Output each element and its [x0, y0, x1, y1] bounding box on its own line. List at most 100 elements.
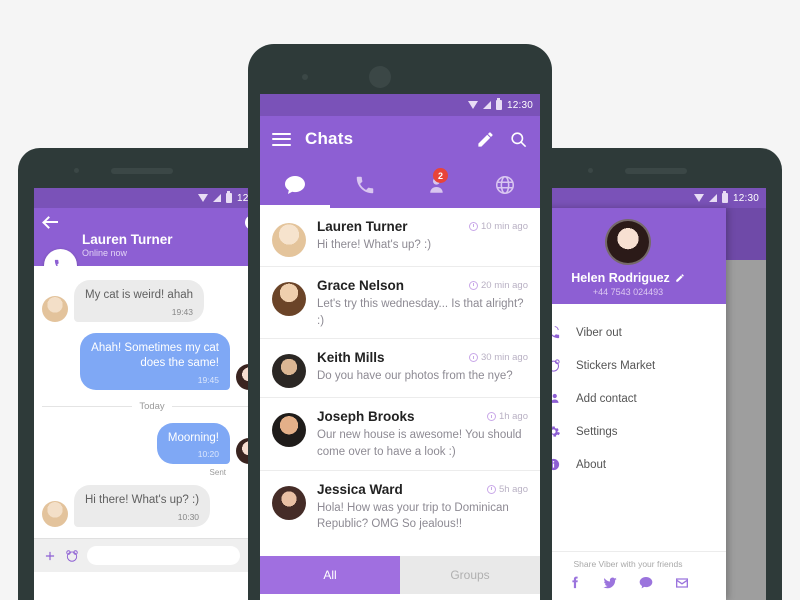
avatar	[272, 282, 306, 316]
drawer-item-stickers-market[interactable]: Stickers Market	[530, 349, 726, 382]
chat-name: Keith Mills	[317, 350, 385, 366]
drawer-item-settings[interactable]: Settings	[530, 415, 726, 448]
chat-timestamp: 20 min ago	[468, 280, 528, 291]
speaker-grille	[111, 168, 173, 174]
signal-icon	[708, 194, 717, 202]
phone-device-drawer: 12:30 Helen Rodriguez +44 7543 024493 Vi…	[530, 148, 782, 600]
battery-icon	[495, 98, 502, 110]
chat-timestamp: 10 min ago	[468, 221, 528, 232]
avatar	[42, 500, 68, 527]
main-tab-bar: 2	[260, 162, 540, 208]
chat-list-item[interactable]: Jessica Ward 5h ago Hola! How was your t…	[260, 471, 540, 542]
drawer-profile-header[interactable]: Helen Rodriguez +44 7543 024493	[530, 208, 726, 304]
status-time: 12:30	[506, 99, 533, 111]
page-title: Chats	[305, 129, 354, 148]
sticker-bear-icon[interactable]	[65, 549, 79, 563]
profile-name-row: Helen Rodriguez	[571, 271, 685, 285]
facebook-share-icon[interactable]	[567, 575, 582, 590]
front-camera	[588, 168, 593, 173]
message-delivery-status: Sent	[209, 468, 226, 478]
chats-screen: 12:30 Chats 2 Lauren Turner 10 min ago H…	[260, 94, 540, 600]
chat-name: Jessica Ward	[317, 481, 403, 497]
speaker-grille	[369, 66, 391, 88]
wifi-icon	[467, 101, 478, 109]
message-bubble[interactable]: Ahah! Sometimes my cat does the same! 19…	[80, 332, 230, 390]
navigation-drawer: Helen Rodriguez +44 7543 024493 Viber ou	[530, 208, 726, 600]
globe-icon	[495, 175, 515, 195]
message-bubble[interactable]: Hi there! What's up? :) 10:30	[74, 485, 211, 527]
status-bar: 12:30	[260, 94, 540, 116]
chat-list-item[interactable]: Joseph Brooks 1h ago Our new house is aw…	[260, 398, 540, 471]
clock-icon	[468, 222, 478, 231]
message-bubble[interactable]: My cat is weird! ahah 19:43	[74, 280, 205, 322]
contact-status: Online now	[82, 248, 128, 258]
message-bubble[interactable]: Moorning! 10:20	[156, 422, 230, 465]
message-share-icon[interactable]	[638, 575, 654, 591]
chat-name: Lauren Turner	[317, 219, 408, 234]
twitter-share-icon[interactable]	[602, 575, 618, 591]
back-arrow-icon[interactable]	[44, 215, 59, 230]
tab-calls[interactable]	[330, 162, 400, 208]
phone-device-conversation: 12:30 Lauren Turner Online now	[18, 148, 270, 600]
chats-appbar: Chats	[260, 116, 540, 162]
chat-preview: Hi there! What's up? :)	[317, 239, 432, 251]
share-network-list	[530, 575, 726, 591]
chat-name: Joseph Brooks	[317, 409, 415, 425]
front-camera	[302, 74, 308, 80]
message-row-out: Moorning! 10:20	[42, 422, 262, 465]
hamburger-menu-icon[interactable]	[272, 129, 291, 149]
phone-icon	[356, 176, 374, 194]
message-row-out: Ahah! Sometimes my cat does the same! 19…	[42, 332, 262, 390]
share-footer: Share Viber with your friends	[530, 551, 726, 600]
message-row-in: Hi there! What's up? :) 10:30	[42, 485, 262, 527]
message-text: My cat is weird! ahah	[85, 289, 194, 301]
pencil-edit-icon[interactable]	[675, 273, 685, 283]
share-title: Share Viber with your friends	[573, 559, 683, 569]
drawer-screen: 12:30 Helen Rodriguez +44 7543 024493 Vi…	[530, 188, 766, 600]
tab-public[interactable]	[470, 162, 540, 208]
tab-chats[interactable]	[260, 162, 330, 208]
contact-name: Lauren Turner	[82, 232, 173, 247]
message-text: Hi there! What's up? :)	[85, 494, 200, 507]
drawer-item-label: Viber out	[576, 326, 622, 339]
pencil-compose-icon[interactable]	[476, 130, 495, 149]
drawer-menu-list: Viber out Stickers Market Add contact Se…	[530, 304, 726, 481]
status-bar: 12:30	[34, 188, 270, 208]
drawer-item-add-contact[interactable]: Add contact	[530, 382, 726, 415]
conversation-appbar: Lauren Turner Online now	[34, 208, 270, 282]
profile-phone: +44 7543 024493	[592, 287, 664, 297]
status-time: 12:30	[732, 192, 759, 204]
conversation-screen: 12:30 Lauren Turner Online now	[34, 188, 270, 600]
chat-list-item[interactable]: Grace Nelson 20 min ago Let's try this w…	[260, 267, 540, 340]
avatar	[272, 485, 306, 520]
message-list: My cat is weird! ahah 19:43 Ahah! Someti…	[34, 266, 270, 538]
plus-icon[interactable]	[43, 549, 57, 563]
drawer-item-viber-out[interactable]: Viber out	[530, 316, 726, 349]
drawer-item-label: Add contact	[576, 392, 637, 405]
wifi-icon	[693, 194, 704, 202]
message-time: 10:30	[177, 511, 200, 522]
drawer-item-label: About	[576, 458, 607, 471]
message-input-bar	[34, 538, 270, 572]
battery-icon	[225, 191, 232, 203]
chat-list-item[interactable]: Keith Mills 30 min ago Do you have our p…	[260, 339, 540, 399]
avatar	[272, 354, 306, 389]
clock-icon	[468, 281, 478, 290]
message-input[interactable]	[87, 546, 240, 565]
email-share-icon[interactable]	[674, 575, 690, 591]
chat-timestamp: 30 min ago	[468, 352, 528, 363]
message-time: 10:20	[197, 449, 219, 460]
search-icon[interactable]	[509, 130, 528, 149]
avatar	[272, 413, 306, 448]
avatar	[272, 223, 306, 257]
drawer-item-label: Settings	[576, 425, 618, 438]
chat-list-item[interactable]: Lauren Turner 10 min ago Hi there! What'…	[260, 208, 540, 267]
active-tab-indicator	[260, 205, 330, 208]
tab-contacts[interactable]: 2	[400, 162, 470, 208]
drawer-item-about[interactable]: About	[530, 448, 726, 481]
message-time: 19:43	[171, 306, 194, 317]
avatar[interactable]	[605, 219, 651, 265]
filter-tab-all[interactable]: All	[260, 556, 400, 594]
filter-tab-groups[interactable]: Groups	[400, 556, 540, 594]
avatar	[42, 295, 68, 322]
